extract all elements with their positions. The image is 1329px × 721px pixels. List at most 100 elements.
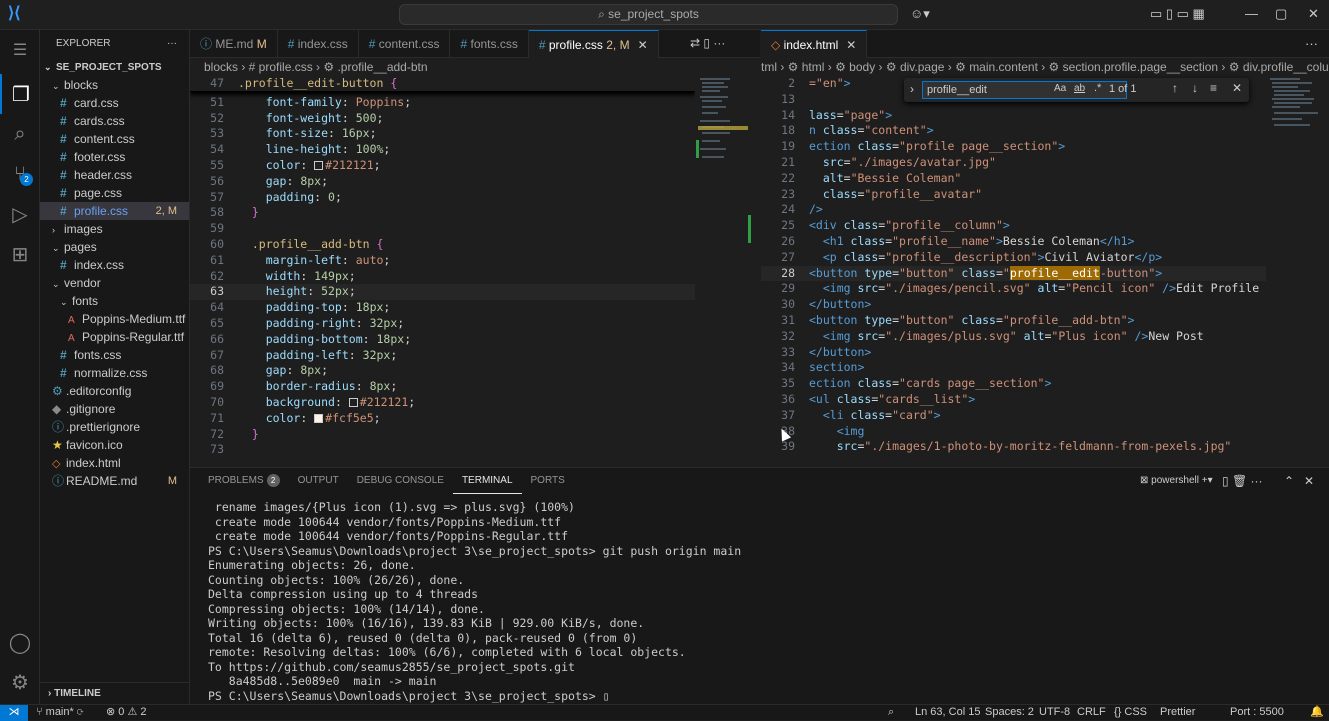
tab-index-html[interactable]: ◇ index.html ✕	[761, 30, 868, 58]
breadcrumb-right[interactable]: tml › ⚙ html › ⚙ body › ⚙ div.page › ⚙ m…	[761, 58, 1329, 76]
tab-profile-css[interactable]: # profile.css 2, M ✕	[528, 30, 659, 58]
run-debug-icon[interactable]: ▷	[0, 194, 40, 234]
tab-label: ME.md	[215, 37, 254, 51]
right-more-icon[interactable]: ···	[1305, 36, 1318, 51]
minimize-icon[interactable]: —	[1245, 6, 1258, 21]
file-item[interactable]: ⓘ README.md M	[40, 472, 189, 490]
tree-item-label: fonts.css	[74, 348, 122, 362]
copilot-icon[interactable]: ☺▾	[910, 6, 930, 22]
close-tab-icon[interactable]: ✕	[638, 38, 648, 52]
breadcrumb-left[interactable]: blocks › # profile.css › ⚙ .profile__add…	[204, 58, 694, 76]
folder-item[interactable]: ⌄ fonts	[40, 292, 189, 310]
timeline-section[interactable]: › TIMELINE	[40, 682, 190, 704]
file-item[interactable]: # content.css	[40, 130, 189, 148]
right-code-editor[interactable]: 2 ="en"> 13 14 lass="page"> 18 n class="conten…	[761, 76, 1266, 466]
command-center-search[interactable]: ⌕ se_project_spots	[399, 4, 898, 25]
right-minimap[interactable]	[1268, 76, 1326, 466]
prettier-status[interactable]: Prettier	[1160, 705, 1195, 720]
color-swatch[interactable]	[314, 160, 324, 170]
left-minimap[interactable]	[698, 76, 756, 466]
code-token: color	[238, 157, 301, 172]
project-name: SE_PROJECT_SPOTS	[56, 62, 162, 73]
toggle-replace-icon[interactable]: ›	[910, 82, 914, 96]
indentation[interactable]: Spaces: 2	[985, 705, 1034, 720]
restore-icon[interactable]: ▢	[1275, 6, 1287, 22]
file-item[interactable]: # page.css	[40, 184, 189, 202]
file-item[interactable]: ⚙ .editorconfig	[40, 382, 189, 400]
terminal-shell-selector[interactable]: ⊠ powershell +▾	[1140, 475, 1213, 486]
search-icon[interactable]: ⌕	[0, 114, 40, 154]
close-panel-icon[interactable]: ✕	[1304, 474, 1314, 488]
language-mode[interactable]: {} CSS	[1114, 705, 1147, 720]
find-in-selection-icon[interactable]: ≡	[1210, 81, 1217, 95]
source-control-icon[interactable]: ⑂ 2	[0, 154, 40, 194]
folder-item[interactable]: ⌄ vendor	[40, 274, 189, 292]
left-code-editor[interactable]: 47 .profile__edit-button {51 font-family:…	[190, 76, 695, 466]
panel-tab-ports[interactable]: PORTS	[522, 468, 574, 494]
file-item[interactable]: # profile.css 2, M	[40, 202, 189, 220]
line-ending[interactable]: CRLF	[1077, 705, 1106, 720]
file-item[interactable]: ◆ .gitignore	[40, 400, 189, 418]
regex-button[interactable]: .*	[1094, 82, 1101, 94]
tab-content-css[interactable]: # content.css	[359, 30, 451, 58]
accounts-icon[interactable]: ◯	[0, 622, 40, 662]
code-token: padding-bottom	[238, 331, 363, 346]
remote-icon[interactable]: ⋊	[0, 705, 28, 721]
tab-fonts-css[interactable]: # fonts.css	[450, 30, 529, 58]
notifications-bell-icon[interactable]: 🔔	[1310, 705, 1324, 720]
file-item[interactable]: A Poppins-Regular.ttf	[40, 328, 189, 346]
editor-actions-icons[interactable]: ⇄ ▯ ···	[690, 36, 725, 50]
file-item[interactable]: # cards.css	[40, 112, 189, 130]
panel-tab-output[interactable]: OUTPUT	[289, 468, 348, 494]
file-item[interactable]: ◇ index.html	[40, 454, 189, 472]
code-line: 56 gap: 8px;	[190, 174, 695, 190]
next-match-icon[interactable]: ↓	[1192, 81, 1198, 95]
file-item[interactable]: ⓘ .prettierignore	[40, 418, 189, 436]
file-item[interactable]: # normalize.css	[40, 364, 189, 382]
panel-tab-debug-console[interactable]: DEBUG CONSOLE	[348, 468, 453, 494]
tab-index-css[interactable]: # index.css	[278, 30, 359, 58]
problems-indicator[interactable]: ⊗ 0 ⚠ 2	[106, 705, 146, 720]
folder-item[interactable]: › images	[40, 220, 189, 238]
manage-gear-icon[interactable]: ⚙	[0, 662, 40, 702]
code-token: alt	[1023, 328, 1045, 343]
code-token: "Plus icon"	[1051, 328, 1135, 343]
more-actions-icon[interactable]: ···	[167, 30, 177, 58]
panel-tab-problems[interactable]: PROBLEMS 2	[199, 468, 289, 494]
match-case-button[interactable]: Aa	[1054, 83, 1066, 94]
close-window-icon[interactable]: ✕	[1308, 6, 1319, 22]
previous-match-icon[interactable]: ↑	[1172, 81, 1178, 95]
match-word-button[interactable]: ab	[1074, 83, 1085, 94]
code-line: 61 margin-left: auto;	[190, 253, 695, 269]
zoom-icon[interactable]: ⌕	[888, 705, 894, 720]
panel-tab-terminal[interactable]: TERMINAL	[452, 468, 522, 494]
file-item[interactable]: # header.css	[40, 166, 189, 184]
maximize-panel-icon[interactable]: ⌃	[1284, 474, 1294, 488]
tab-me-md[interactable]: ⓘ ME.md M	[190, 30, 278, 58]
encoding[interactable]: UTF-8	[1039, 705, 1070, 720]
terminal-actions-icons[interactable]: ▯ 🗑 ···	[1222, 474, 1263, 488]
code-token: >	[1002, 218, 1010, 233]
branch-indicator[interactable]: ⑂ main* ⟳	[36, 705, 83, 720]
terminal-output[interactable]: rename images/{Plus icon (1).svg => plus…	[208, 500, 741, 703]
menu-icon[interactable]: ☰	[0, 30, 40, 70]
folder-item[interactable]: ⌄ blocks	[40, 76, 189, 94]
file-item[interactable]: # card.css	[40, 94, 189, 112]
cursor-position[interactable]: Ln 63, Col 15	[915, 705, 980, 720]
extensions-icon[interactable]: ⊞	[0, 234, 40, 274]
layout-toggle-icons[interactable]: ▭ ▯ ▭ ▦	[1150, 6, 1205, 22]
live-server-port[interactable]: Port : 5500	[1230, 705, 1284, 720]
project-root[interactable]: ⌄ SE_PROJECT_SPOTS	[40, 58, 189, 76]
color-swatch[interactable]	[348, 397, 358, 407]
explorer-icon[interactable]: ❐	[0, 74, 40, 114]
close-tab-icon[interactable]: ✕	[846, 38, 856, 52]
folder-item[interactable]: ⌄ pages	[40, 238, 189, 256]
file-item[interactable]: ★ favicon.ico	[40, 436, 189, 454]
file-item[interactable]: A Poppins-Medium.ttf	[40, 310, 189, 328]
file-item[interactable]: # fonts.css	[40, 346, 189, 364]
file-item[interactable]: # index.css	[40, 256, 189, 274]
close-find-icon[interactable]: ✕	[1232, 81, 1242, 95]
file-item[interactable]: # footer.css	[40, 148, 189, 166]
status-bar: ⋊ ⑂ main* ⟳ ⊗ 0 ⚠ 2 ⌕ Ln 63, Col 15 Spac…	[0, 704, 1329, 721]
color-swatch[interactable]	[314, 413, 324, 423]
